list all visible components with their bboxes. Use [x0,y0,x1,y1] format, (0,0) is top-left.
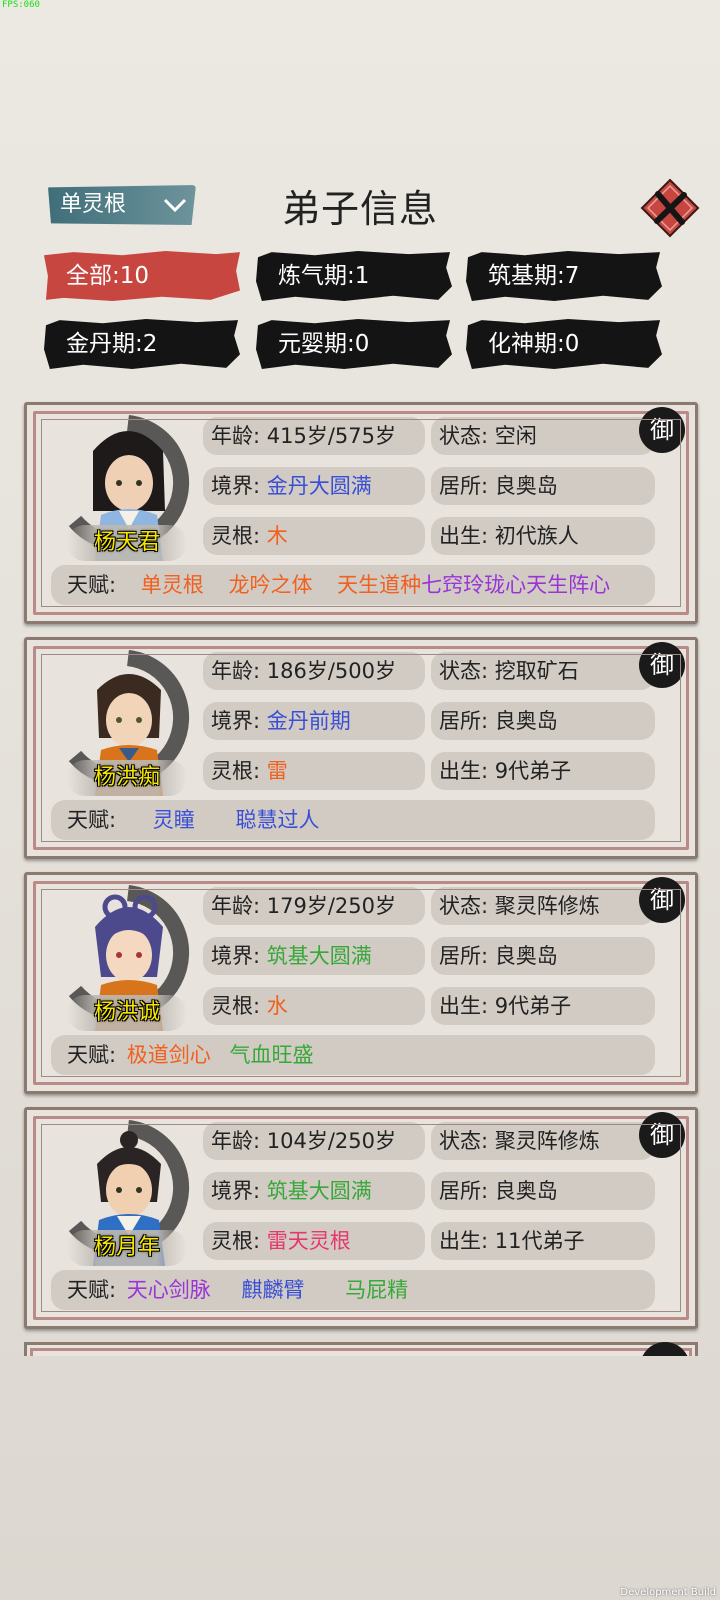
talent-tag: 龙吟之体 [228,573,313,597]
svg-text:御: 御 [650,886,674,914]
age-field: 年龄: 415岁/575岁 [203,417,425,455]
talent-tag: 天生道种 [337,573,422,597]
root-field: 灵根: 雷天灵根 [203,1222,425,1260]
disciple-card[interactable]: 杨月年 年龄: 104岁/250岁 状态: 聚灵阵修炼 境界: 筑基大圆满 居所… [24,1107,698,1329]
tab-foundation[interactable]: 筑基期:7 [466,251,662,301]
residence-field: 居所: 良奥岛 [431,467,655,505]
status-field: 状态: 空闲 [431,417,655,455]
talent-tag: 单灵根 [140,573,204,597]
talent-tag: 灵瞳 [152,808,195,832]
residence-field: 居所: 良奥岛 [431,1172,655,1210]
age-field: 年龄: 186岁/500岁 [203,652,425,690]
talent-tag: 马屁精 [345,1278,409,1302]
disciple-name: 杨洪痴 [67,760,187,796]
tab-deity[interactable]: 化神期:0 [466,319,662,369]
talent-row: 天赋: 单灵根 龙吟之体 天生道种七窍玲珑心天生阵心 [51,565,655,605]
disciple-card[interactable]: 杨天君 年龄: 415岁/575岁 状态: 空闲 境界: 金丹大圆满 居所: 良… [24,402,698,624]
realm-field: 境界: 金丹前期 [203,702,425,740]
tab-golden-core[interactable]: 金丹期:2 [44,319,240,369]
birth-field: 出生: 初代族人 [431,517,655,555]
fps-counter: FPS:060 [2,0,40,10]
residence-field: 居所: 良奥岛 [431,702,655,740]
birth-field: 出生: 9代弟子 [431,987,655,1025]
talent-tag: 聪慧过人 [235,808,320,832]
talent-row: 天赋: 极道剑心 气血旺盛 [51,1035,655,1075]
tab-qi-refining[interactable]: 炼气期:1 [256,251,452,301]
root-field: 灵根: 木 [203,517,425,555]
birth-field: 出生: 9代弟子 [431,752,655,790]
disciple-card[interactable]: 杨洪痴 年龄: 186岁/500岁 状态: 挖取矿石 境界: 金丹前期 居所: … [24,637,698,859]
svg-text:御: 御 [650,416,674,444]
realm-field: 境界: 筑基大圆满 [203,1172,425,1210]
status-field: 状态: 聚灵阵修炼 [431,1122,655,1160]
age-field: 年龄: 104岁/250岁 [203,1122,425,1160]
seal-badge-icon[interactable]: 御 [637,405,687,455]
svg-text:御: 御 [650,1121,674,1149]
talent-tag: 天心剑脉 [126,1278,211,1302]
seal-badge-icon[interactable]: 御 [637,1110,687,1160]
age-field: 年龄: 179岁/250岁 [203,887,425,925]
root-field: 灵根: 雷 [203,752,425,790]
page-title: 弟子信息 [281,187,438,231]
tab-nascent-soul[interactable]: 元婴期:0 [256,319,452,369]
dev-build-label: Development Build [620,1587,716,1598]
disciple-name: 杨天君 [67,525,187,561]
seal-badge-icon[interactable]: 御 [637,640,687,690]
status-field: 状态: 聚灵阵修炼 [431,887,655,925]
realm-field: 境界: 筑基大圆满 [203,937,425,975]
talent-row: 天赋: 灵瞳 聪慧过人 [51,800,655,840]
status-field: 状态: 挖取矿石 [431,652,655,690]
disciple-name: 杨月年 [67,1230,187,1266]
talent-tag: 七窍玲珑心 [421,573,527,597]
root-field: 灵根: 水 [203,987,425,1025]
disciple-name: 杨洪诚 [67,995,187,1031]
talent-tag: 气血旺盛 [229,1043,314,1067]
residence-field: 居所: 良奥岛 [431,937,655,975]
close-icon[interactable] [640,178,700,238]
talent-tag: 天生阵心 [526,573,611,597]
svg-text:御: 御 [650,651,674,679]
birth-field: 出生: 11代弟子 [431,1222,655,1260]
seal-badge-icon[interactable]: 御 [637,875,687,925]
talent-tag: 麒麟臂 [241,1278,305,1302]
talent-tag: 极道剑心 [126,1043,211,1067]
realm-field: 境界: 金丹大圆满 [203,467,425,505]
tab-all[interactable]: 全部:10 [44,251,240,301]
disciple-card[interactable]: 杨洪诚 年龄: 179岁/250岁 状态: 聚灵阵修炼 境界: 筑基大圆满 居所… [24,872,698,1094]
talent-row: 天赋: 天心剑脉 麒麟臂 马屁精 [51,1270,655,1310]
disciple-card-partial [24,1342,698,1356]
